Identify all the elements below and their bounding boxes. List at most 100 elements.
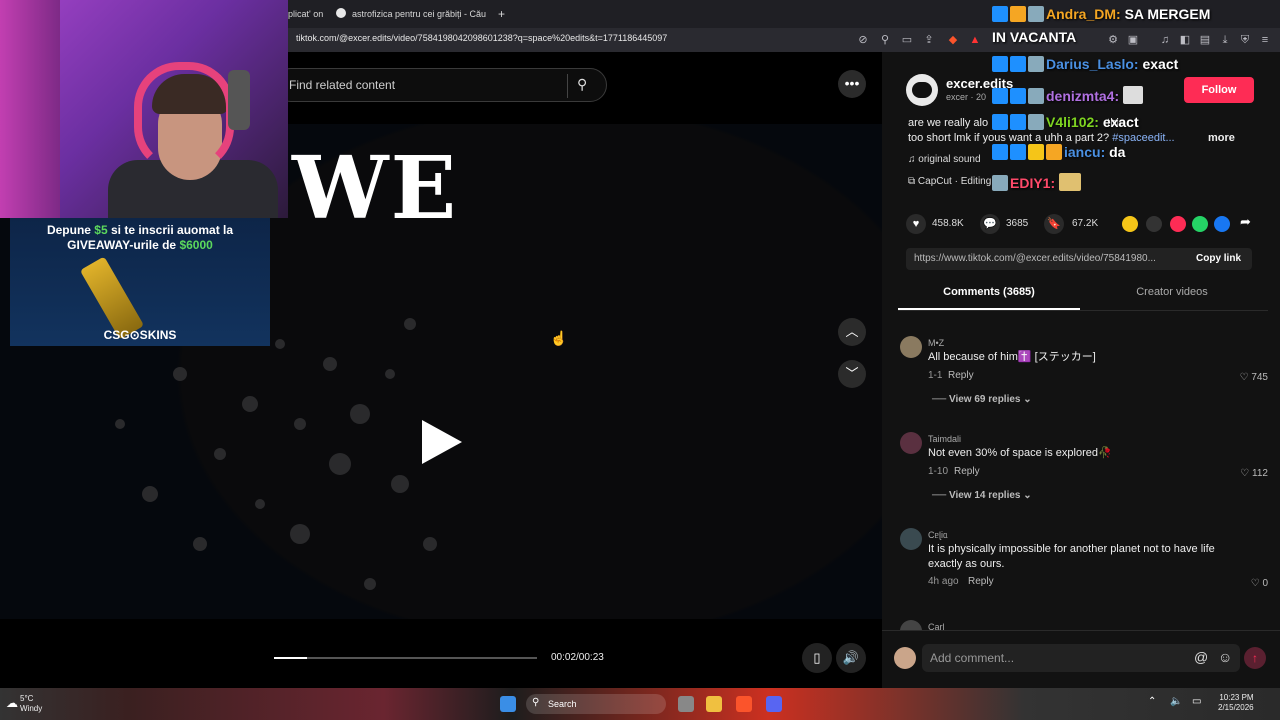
ad-text-part: GIVEAWAY-urile de xyxy=(67,238,180,252)
whatsapp-icon[interactable] xyxy=(1192,216,1208,232)
copy-link-button[interactable]: Copy link xyxy=(1196,253,1241,264)
media-icon[interactable]: ♫ xyxy=(1158,33,1172,47)
file-explorer-icon[interactable] xyxy=(706,696,722,712)
badge-icon xyxy=(992,56,1008,72)
taskbar-clock[interactable]: 10:23 PM 2/15/2026 xyxy=(1218,693,1254,713)
more-link[interactable]: more xyxy=(1208,132,1235,144)
chat-message: IN VACANTA xyxy=(992,29,1076,45)
sidebar-icon[interactable]: ◧ xyxy=(1178,33,1192,47)
mention-icon[interactable]: @ xyxy=(1194,649,1208,665)
next-video-button[interactable]: ﹀ xyxy=(838,360,866,388)
share-icon[interactable]: ⇪ xyxy=(922,33,936,47)
bot-icon xyxy=(1028,6,1044,22)
wallet-icon[interactable]: ▤ xyxy=(1198,33,1212,47)
comment-like[interactable]: ♡ 112 xyxy=(1232,468,1268,479)
sound-label: original sound xyxy=(918,154,981,165)
windows-start-icon[interactable] xyxy=(500,696,516,712)
commenter-avatar[interactable] xyxy=(900,336,922,358)
bot-icon xyxy=(992,175,1008,191)
taskbar-search-label: Search xyxy=(548,699,577,709)
share-arrow-icon[interactable]: ➦ xyxy=(1240,214,1251,230)
search-icon[interactable]: ⚲ xyxy=(577,76,587,93)
view-replies[interactable]: ── View 69 replies ⌄ xyxy=(932,394,1032,405)
url-text[interactable]: tiktok.com/@excer.edits/video/7584198042… xyxy=(296,33,667,43)
like-icon[interactable]: ♥ xyxy=(906,214,926,234)
screenshot-icon[interactable]: ▣ xyxy=(1126,33,1140,47)
browser-tab[interactable]: astrofizica pentru cei grăbiți - Căutar xyxy=(336,4,486,24)
tab-comments[interactable]: Comments (3685) xyxy=(898,286,1080,310)
share-link[interactable]: https://www.tiktok.com/@excer.edits/vide… xyxy=(914,253,1176,264)
comment-like[interactable]: ♡ 745 xyxy=(1232,372,1268,383)
brave-browser-icon[interactable] xyxy=(736,696,752,712)
commenter-name[interactable]: Cᥱɭіᥲ xyxy=(928,530,948,541)
capcut-link[interactable]: ⧉ CapCut · Editing xyxy=(908,176,991,187)
zoom-icon[interactable]: ⚲ xyxy=(878,33,892,47)
related-search[interactable]: Find related content ⚲ xyxy=(274,68,607,102)
emoji-icon[interactable]: ☺ xyxy=(1218,649,1232,665)
ad-text-part: Depune xyxy=(46,223,95,237)
download-icon[interactable]: ⤓ xyxy=(1218,33,1232,47)
more-options-button[interactable]: ••• xyxy=(838,70,866,98)
sub-badge-icon xyxy=(1010,144,1026,160)
menu-icon[interactable]: ≡ xyxy=(1258,33,1272,47)
clock-time: 10:23 PM xyxy=(1219,693,1254,702)
commenter-avatar[interactable] xyxy=(900,432,922,454)
new-tab-button[interactable]: + xyxy=(498,4,512,24)
send-comment-button[interactable]: ↑ xyxy=(1244,647,1266,669)
previous-video-button[interactable]: ︿ xyxy=(838,318,866,346)
reply-button[interactable]: Reply xyxy=(968,576,994,587)
capcut-icon: ⧉ xyxy=(908,176,918,187)
comment-icon[interactable]: 💬 xyxy=(980,214,1000,234)
hashtag-link[interactable]: #spaceedit... xyxy=(1112,132,1174,144)
view-replies[interactable]: ── View 14 replies ⌄ xyxy=(932,490,1032,501)
search-input[interactable]: Find related content xyxy=(289,78,395,92)
send-icon[interactable] xyxy=(1170,216,1186,232)
weather-temp: 5°C xyxy=(20,694,34,703)
reply-button[interactable]: Reply xyxy=(954,466,980,477)
commenter-name[interactable]: Taimdali xyxy=(928,434,961,444)
network-icon[interactable]: ▭ xyxy=(1192,696,1201,707)
task-view-icon[interactable] xyxy=(678,696,694,712)
volume-icon[interactable]: 🔊 xyxy=(836,643,866,673)
facebook-icon[interactable] xyxy=(1214,216,1230,232)
creator-avatar[interactable] xyxy=(906,74,938,106)
search-divider xyxy=(567,74,568,98)
progress-bar[interactable] xyxy=(274,657,537,659)
taskbar-search[interactable]: Search xyxy=(526,694,666,714)
coin-icon[interactable] xyxy=(1122,216,1138,232)
sub-badge-icon xyxy=(1010,56,1026,72)
browser-tab[interactable]: plicat' on xyxy=(288,4,324,24)
tray-chevron-icon[interactable]: ⌃ xyxy=(1148,696,1156,707)
chat-text: exact xyxy=(1102,114,1139,130)
rewards-icon[interactable]: ▲ xyxy=(968,33,982,47)
discord-icon[interactable] xyxy=(766,696,782,712)
reader-icon[interactable]: ⊘ xyxy=(856,33,870,47)
commenter-avatar[interactable] xyxy=(900,528,922,550)
chat-user: V4li102: xyxy=(1046,114,1099,130)
follow-button[interactable]: Follow xyxy=(1184,77,1254,103)
weather-widget[interactable]: 5°C Windy xyxy=(20,694,42,714)
address-bar[interactable]: tiktok.com/@excer.edits/video/7584198042… xyxy=(284,28,1280,52)
commenter-name[interactable]: M•Z xyxy=(928,338,944,348)
reply-button[interactable]: Reply xyxy=(948,370,974,381)
weather-icon[interactable]: ☁ xyxy=(6,696,18,710)
brave-shield-icon[interactable]: ◆ xyxy=(946,33,960,47)
chat-user: iancu: xyxy=(1064,144,1106,160)
speaker-icon[interactable]: 🔈 xyxy=(1170,696,1182,707)
vpn-icon[interactable]: ⛨ xyxy=(1238,33,1252,47)
play-icon[interactable] xyxy=(422,420,462,464)
comment-input[interactable]: Add comment... @ ☺ xyxy=(922,644,1240,672)
tab-label: plicat' on xyxy=(288,9,324,19)
comment-like[interactable]: ♡ 0 xyxy=(1232,578,1268,589)
avatar-shape xyxy=(912,82,932,98)
miniplayer-icon[interactable]: ▯ xyxy=(802,643,832,673)
capcut-label: CapCut · Editing xyxy=(917,176,992,187)
sound-link[interactable]: ♫ original sound xyxy=(908,154,981,165)
bot-icon xyxy=(1028,114,1044,130)
bookmark-icon[interactable]: 🔖 xyxy=(1044,214,1064,234)
extensions-icon[interactable]: ⚙ xyxy=(1106,33,1120,47)
cast-icon[interactable]: ▭ xyxy=(900,33,914,47)
tab-creator-videos[interactable]: Creator videos xyxy=(1082,286,1262,310)
embed-icon[interactable] xyxy=(1146,216,1162,232)
cat-emote-icon xyxy=(1059,173,1082,191)
